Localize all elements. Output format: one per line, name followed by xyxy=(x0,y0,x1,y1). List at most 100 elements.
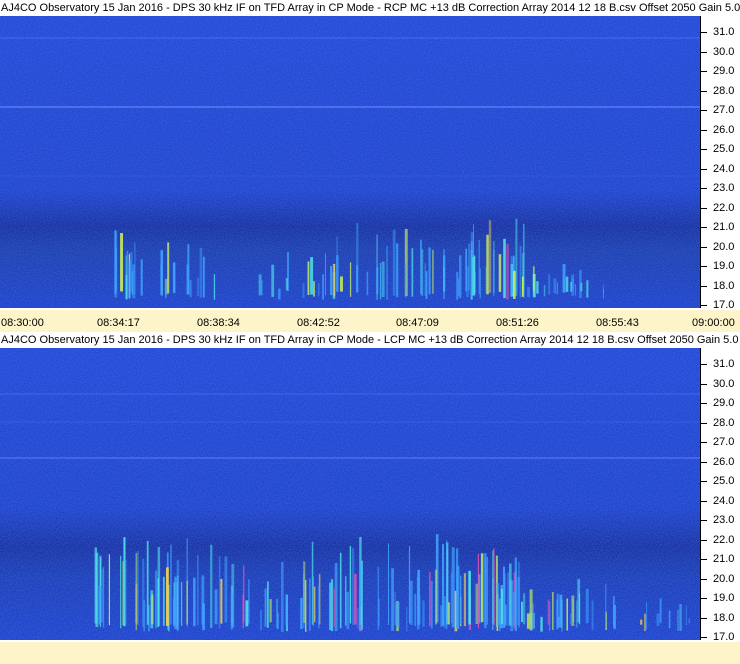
y-tick: 19.0 xyxy=(701,260,740,272)
burst-streak xyxy=(391,568,394,631)
burst-streak xyxy=(165,280,167,299)
time-tick-label: 08:38:34 xyxy=(197,317,240,329)
time-tick-label: 08:51:26 xyxy=(496,317,539,329)
burst-streak xyxy=(526,613,530,629)
burst-streak xyxy=(351,547,355,625)
burst-streak xyxy=(333,264,335,300)
burst-streak xyxy=(379,263,382,300)
burst-streak xyxy=(167,242,170,294)
burst-streak xyxy=(197,555,199,625)
burst-streak xyxy=(146,540,149,625)
burst-streak xyxy=(325,253,326,296)
burst-streak xyxy=(120,233,123,292)
burst-streak xyxy=(656,613,660,626)
burst-streak xyxy=(685,605,687,626)
y-tick: 27.0 xyxy=(701,436,740,448)
y-tick: 23.0 xyxy=(701,182,740,194)
y-tick-label: 30.0 xyxy=(713,45,735,58)
burst-streak xyxy=(586,280,589,298)
tick-mark xyxy=(701,520,707,521)
burst-streak xyxy=(512,591,516,626)
burst-streak xyxy=(659,598,662,623)
burst-streak xyxy=(264,588,267,627)
rcp-spectrogram[interactable] xyxy=(0,16,700,308)
burst-streak xyxy=(466,266,470,298)
burst-streak xyxy=(556,599,559,630)
burst-streak xyxy=(561,599,563,632)
tick-mark xyxy=(701,32,707,33)
burst-streak xyxy=(269,599,272,623)
burst-streak xyxy=(432,249,434,294)
burst-streak xyxy=(340,276,343,292)
burst-streak xyxy=(114,231,118,298)
burst-streak xyxy=(418,594,421,624)
y-tick: 18.0 xyxy=(701,280,740,292)
burst-streak xyxy=(565,276,569,292)
burst-streak xyxy=(404,263,407,298)
tick-mark xyxy=(701,403,707,404)
burst-streak xyxy=(260,610,262,631)
burst-streak xyxy=(317,585,320,629)
burst-streak xyxy=(248,579,250,624)
burst-streak xyxy=(120,555,122,629)
burst-streak xyxy=(420,239,422,294)
tick-mark xyxy=(701,305,707,306)
burst-streak xyxy=(278,288,281,300)
burst-streak xyxy=(214,589,218,625)
burst-streak xyxy=(513,270,516,299)
y-tick: 25.0 xyxy=(701,143,740,155)
y-tick: 22.0 xyxy=(701,534,740,546)
burst-streak xyxy=(381,261,385,297)
burst-streak xyxy=(101,569,103,623)
burst-streak xyxy=(644,613,646,631)
burst-streak xyxy=(176,560,180,632)
burst-streak xyxy=(688,618,690,624)
tick-mark xyxy=(701,285,707,287)
burst-streak xyxy=(330,579,334,632)
y-tick-label: 28.0 xyxy=(713,84,735,97)
time-tick-label: 08:34:17 xyxy=(97,317,140,329)
y-tick-label: 23.0 xyxy=(713,182,735,194)
y-tick-label: 25.0 xyxy=(713,475,735,487)
burst-streak xyxy=(527,287,530,298)
y-tick: 18.0 xyxy=(701,612,740,624)
burst-streak xyxy=(543,285,546,297)
burst-streak xyxy=(396,243,399,298)
burst-streak xyxy=(493,548,495,625)
burst-streak xyxy=(358,590,361,632)
burst-streak xyxy=(435,569,438,625)
lcp-spectrogram[interactable] xyxy=(0,348,700,640)
tick-mark xyxy=(701,461,707,463)
burst-streak xyxy=(580,283,583,292)
burst-streak xyxy=(679,604,682,631)
burst-streak xyxy=(309,578,311,631)
burst-streak xyxy=(578,593,581,625)
burst-streak xyxy=(529,589,533,631)
tick-mark xyxy=(701,266,707,267)
tick-mark xyxy=(701,110,707,111)
burst-streak xyxy=(173,598,176,627)
y-tick-label: 29.0 xyxy=(713,397,735,409)
rcp-frequency-axis: 31.0 30.0 29.0 28.0 27.0 26.0 25.0 24.0 23.0 22.0… xyxy=(700,16,740,311)
y-tick-label: 26.0 xyxy=(713,455,735,468)
burst-streak xyxy=(408,546,411,624)
burst-streak xyxy=(460,575,462,625)
tick-mark xyxy=(701,207,707,209)
burst-streak xyxy=(522,276,524,297)
y-tick-label: 30.0 xyxy=(713,377,735,390)
burst-streak xyxy=(160,250,163,296)
burst-streak xyxy=(496,583,500,627)
y-tick-label: 19.0 xyxy=(713,260,735,272)
y-tick: 30.0 xyxy=(701,46,740,58)
burst-streak xyxy=(463,573,466,627)
burst-streak xyxy=(102,567,105,628)
y-tick-label: 26.0 xyxy=(713,123,735,136)
rcp-panel: AJ4CO Observatory 15 Jan 2016 - DPS 30 k… xyxy=(0,0,740,311)
y-tick: 21.0 xyxy=(701,553,740,565)
burst-streak xyxy=(576,600,578,628)
burst-streak xyxy=(366,271,369,296)
y-tick-label: 24.0 xyxy=(713,494,735,507)
tick-mark xyxy=(701,188,707,189)
burst-streak xyxy=(548,274,551,295)
burst-streak xyxy=(310,257,314,295)
